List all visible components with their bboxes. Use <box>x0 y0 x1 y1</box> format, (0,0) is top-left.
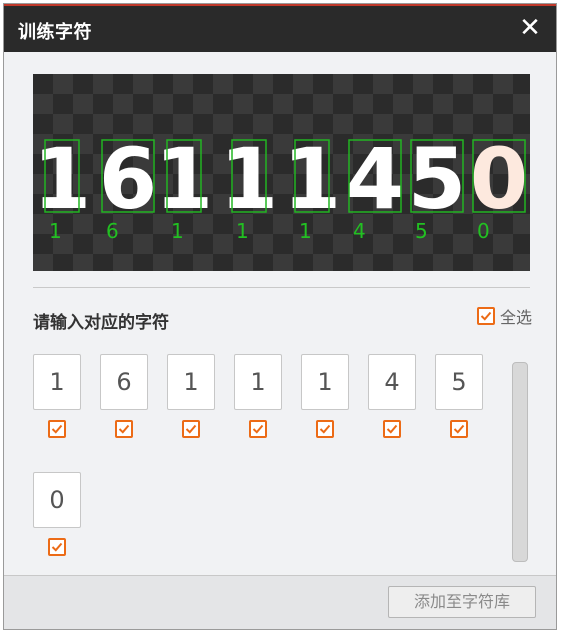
character-checkbox[interactable] <box>48 538 66 556</box>
preview-character-glyph: 5 <box>408 130 466 228</box>
character-input[interactable]: 6 <box>100 354 148 410</box>
input-prompt: 请输入对应的字符 <box>33 313 169 333</box>
scrollbar[interactable] <box>512 362 528 562</box>
add-to-library-button[interactable]: 添加至字符库 <box>388 586 536 618</box>
select-all-label: 全选 <box>499 308 532 327</box>
character-checkbox[interactable] <box>48 420 66 438</box>
check-icon <box>185 424 197 434</box>
character-input[interactable]: 0 <box>33 472 81 528</box>
preview-recognized-label: 4 <box>353 219 366 243</box>
character-checkbox[interactable] <box>182 420 200 438</box>
train-characters-dialog: 训练字符 ✕ 1166111111445500 请输入对应的字符 全选 1611… <box>3 3 557 630</box>
character-input[interactable]: 1 <box>167 354 215 410</box>
character-checkbox[interactable] <box>249 420 267 438</box>
character-checkbox[interactable] <box>115 420 133 438</box>
character-preview-image: 1166111111445500 <box>33 74 530 271</box>
preview-canvas: 1166111111445500 <box>33 130 528 243</box>
character-input[interactable]: 1 <box>234 354 282 410</box>
character-input-grid: 16111450 <box>33 354 493 574</box>
character-cell: 1 <box>301 354 349 442</box>
character-checkbox[interactable] <box>450 420 468 438</box>
check-icon <box>118 424 130 434</box>
preview-character-glyph: 1 <box>220 130 278 228</box>
check-icon <box>51 424 63 434</box>
preview-recognized-label: 1 <box>49 219 62 243</box>
preview-character-glyph: 0 <box>470 130 528 228</box>
section-divider <box>33 287 530 288</box>
character-checkbox[interactable] <box>383 420 401 438</box>
close-icon[interactable]: ✕ <box>516 14 544 42</box>
character-input[interactable]: 4 <box>368 354 416 410</box>
preview-character-glyph: 1 <box>283 130 341 228</box>
preview-recognized-label: 1 <box>236 219 249 243</box>
character-cell: 0 <box>33 472 81 560</box>
check-icon <box>319 424 331 434</box>
preview-character-glyph: 1 <box>33 130 91 228</box>
preview-recognized-label: 0 <box>477 219 490 243</box>
preview-recognized-label: 5 <box>415 219 428 243</box>
preview-recognized-label: 1 <box>171 219 184 243</box>
check-icon <box>252 424 264 434</box>
preview-character-glyph: 1 <box>155 130 213 228</box>
check-icon <box>51 542 63 552</box>
character-cell: 5 <box>435 354 483 442</box>
preview-recognized-label: 6 <box>106 219 119 243</box>
character-cell: 1 <box>33 354 81 442</box>
character-input[interactable]: 1 <box>301 354 349 410</box>
character-checkbox[interactable] <box>316 420 334 438</box>
preview-character-glyph: 6 <box>99 130 157 228</box>
preview-recognized-label: 1 <box>299 219 312 243</box>
character-cell: 1 <box>167 354 215 442</box>
character-cell: 4 <box>368 354 416 442</box>
character-cell: 1 <box>234 354 282 442</box>
character-input[interactable]: 5 <box>435 354 483 410</box>
check-icon <box>386 424 398 434</box>
dialog-title: 训练字符 <box>18 22 92 43</box>
character-cell: 6 <box>100 354 148 442</box>
select-all-checkbox[interactable]: 全选 <box>476 304 532 328</box>
select-all-check-icon[interactable] <box>476 307 495 325</box>
dialog-footer: 添加至字符库 <box>4 575 556 629</box>
preview-character-glyph: 4 <box>346 130 404 228</box>
character-input[interactable]: 1 <box>33 354 81 410</box>
check-icon <box>453 424 465 434</box>
title-bar: 训练字符 ✕ <box>4 4 556 52</box>
